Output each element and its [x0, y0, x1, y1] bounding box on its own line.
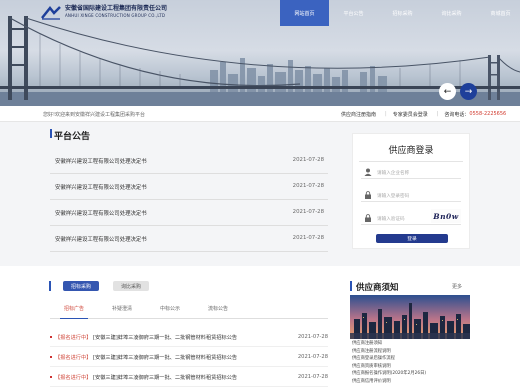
bullet-icon [50, 356, 52, 358]
tab-tender-procurement[interactable]: 招标采购 [63, 281, 99, 291]
announcement-link[interactable]: 安徽祥兴建设工程有限公司处理决定书 [55, 183, 147, 191]
supplier-notice-link[interactable]: 供应商注册须知 [352, 340, 472, 348]
announcement-row[interactable]: 安徽祥兴建设工程有限公司处理决定书 2021-07-28 [50, 200, 328, 226]
tender-row[interactable]: 【报名进行中】 [安徽三建]蚌埠三凌御府三期一批、二批钢管材料租赁招标公告 20… [50, 367, 328, 387]
username-field[interactable]: 请输入企业名称 [361, 166, 461, 179]
welcome-text: 您好!欢迎来到安徽祥兴建设工程集团采购平台 [43, 112, 146, 118]
subtab-tender-notice[interactable]: 招标广告 [50, 305, 98, 319]
site-logo[interactable]: 安徽省国际建设工程集团有限责任公司 ANHUI XINGE CONSTRUCTI… [40, 5, 168, 20]
announcement-date: 2021-07-28 [292, 157, 324, 163]
subtab-award-notice[interactable]: 中标公示 [146, 305, 194, 318]
tender-date: 2021-07-28 [297, 354, 328, 360]
bullet-icon [50, 376, 52, 378]
lock-icon [364, 191, 372, 199]
phone-label: 咨询电话： [444, 112, 470, 118]
arrow-right-icon: → [464, 86, 473, 97]
captcha-placeholder: 请输入验证码 [377, 217, 405, 222]
captcha-field[interactable]: 请输入验证码 Bn0w [361, 209, 461, 225]
section-marker [49, 281, 51, 291]
nav-announcements[interactable]: 平台公告 [329, 0, 378, 26]
divider: | [385, 111, 387, 117]
section-marker [350, 281, 352, 291]
announcement-date: 2021-07-28 [292, 183, 324, 189]
subtab-clarification[interactable]: 补疑澄清 [98, 305, 146, 318]
logo-icon [40, 5, 62, 20]
announcement-link[interactable]: 安徽祥兴建设工程有限公司处理决定书 [55, 157, 147, 165]
tender-date: 2021-07-28 [297, 374, 328, 380]
info-bar: 您好!欢迎来到安徽祥兴建设工程集团采购平台 供应商注册指南 | 专家委员会登录 … [0, 106, 520, 122]
tender-row[interactable]: 【报名进行中】 [安徽三建]蚌埠三凌御府三期一批、二批钢管材料租赁招标公告 20… [50, 347, 328, 367]
divider [359, 161, 463, 162]
announcement-row[interactable]: 安徽祥兴建设工程有限公司处理决定书 2021-07-28 [50, 226, 328, 252]
tender-link[interactable]: [安徽三建]蚌埠三凌御府三期一批、二批钢管材料租赁招标公告 [93, 374, 237, 381]
logo-name-en: ANHUI XINGE CONSTRUCTION GROUP CO.,LTD [65, 13, 166, 18]
login-button[interactable]: 登录 [376, 234, 448, 243]
tender-row[interactable]: 【报名进行中】 [安徽三建]蚌埠三凌御府三期一批、二批钢管材料租赁招标公告 20… [50, 327, 328, 347]
supplier-guide-link[interactable]: 供应商注册指南 [341, 111, 376, 118]
lock-icon [364, 214, 372, 222]
announcement-title: 平台公告 [54, 132, 91, 142]
status-tag: 【报名进行中】 [55, 335, 92, 341]
announcement-row[interactable]: 安徽祥兴建设工程有限公司处理决定书 2021-07-28 [50, 148, 328, 174]
announcement-link[interactable]: 安徽祥兴建设工程有限公司处理决定书 [55, 235, 147, 243]
more-link[interactable]: 更多 [452, 283, 462, 290]
nav-tender[interactable]: 招标采购 [378, 0, 427, 26]
bullet-icon [50, 336, 52, 338]
hero-banner: 安徽省国际建设工程集团有限责任公司 ANHUI XINGE CONSTRUCTI… [0, 0, 520, 106]
username-placeholder: 请输入企业名称 [377, 171, 410, 176]
supplier-notice-list: 供应商注册须知 供应商注册流程说明 供应商登录后操作流程 供应商资质审核说明 供… [352, 340, 472, 385]
expert-login-link[interactable]: 专家委员会登录 [393, 111, 428, 118]
supplier-notice-title: 供应商须知 [356, 283, 399, 293]
user-icon [364, 168, 372, 176]
status-tag: 【报名进行中】 [55, 355, 92, 361]
section-marker [50, 129, 52, 138]
password-placeholder: 请输入登录密码 [377, 194, 410, 199]
nav-home[interactable]: 网站首页 [280, 0, 329, 26]
supplier-notice-link[interactable]: 供应商报名操作说明(2020年2月26日) [352, 370, 472, 378]
supplier-notice-link[interactable]: 供应商登录后操作流程 [352, 355, 472, 363]
captcha-image[interactable]: Bn0w [431, 209, 461, 223]
announcement-row[interactable]: 安徽祥兴建设工程有限公司处理决定书 2021-07-28 [50, 174, 328, 200]
announcement-date: 2021-07-28 [292, 209, 324, 215]
procurement-subtabs: 招标广告 补疑澄清 中标公示 流标公告 [50, 305, 328, 319]
main-nav: 网站首页 平台公告 招标采购 询比采购 商城首页 [280, 0, 520, 26]
carousel-prev-button[interactable]: ← [439, 83, 456, 100]
login-title: 供应商登录 [388, 146, 434, 156]
supplier-notice-link[interactable]: 供应商资质审核说明 [352, 363, 472, 371]
supplier-login-panel: 供应商登录 请输入企业名称 请输入登录密码 请输入验证码 Bn0w 登录 [352, 133, 470, 249]
divider: | [436, 111, 439, 117]
supplier-notice-link[interactable]: 供应商信用评价说明 [352, 378, 472, 386]
tab-inquiry-procurement[interactable]: 询比采购 [113, 281, 149, 291]
lower-section: 招标采购 询比采购 招标广告 补疑澄清 中标公示 流标公告 【报名进行中】 [安… [0, 266, 520, 390]
announcement-date: 2021-07-28 [292, 235, 324, 241]
tender-link[interactable]: [安徽三建]蚌埠三凌御府三期一批、二批钢管材料租赁招标公告 [93, 354, 237, 361]
subtab-failed-notice[interactable]: 流标公告 [194, 305, 242, 318]
password-field[interactable]: 请输入登录密码 [361, 189, 461, 202]
nav-mall[interactable]: 商城首页 [476, 0, 520, 26]
nav-inquiry[interactable]: 询比采购 [427, 0, 476, 26]
arrow-left-icon: ← [443, 86, 452, 97]
city-night-image [350, 295, 470, 339]
logo-name-cn: 安徽省国际建设工程集团有限责任公司 [65, 5, 168, 12]
tender-link[interactable]: [安徽三建]蚌埠三凌御府三期一批、二批钢管材料租赁招标公告 [93, 334, 237, 341]
announcement-link[interactable]: 安徽祥兴建设工程有限公司处理决定书 [55, 209, 147, 217]
phone-number: 0558-2225656 [469, 111, 507, 117]
tender-date: 2021-07-28 [297, 334, 328, 340]
status-tag: 【报名进行中】 [55, 375, 92, 381]
supplier-notice-link[interactable]: 供应商注册流程说明 [352, 348, 472, 356]
carousel-next-button[interactable]: → [460, 83, 477, 100]
